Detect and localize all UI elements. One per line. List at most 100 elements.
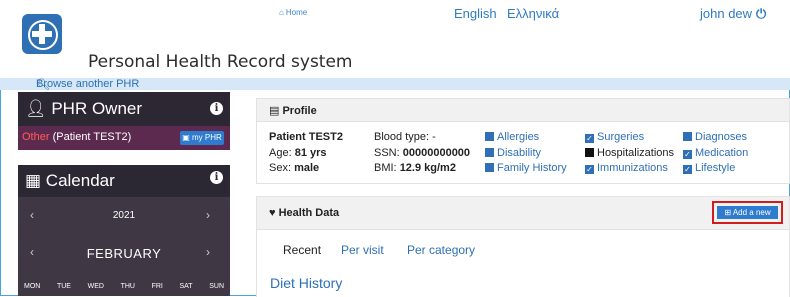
phr-owner-row: Other (Patient TEST2) ▣ my PHR: [18, 126, 230, 150]
my-phr-button[interactable]: ▣ my PHR: [180, 131, 224, 145]
weekday: FRI: [151, 283, 163, 290]
checked-icon: ✓: [585, 165, 594, 174]
add-new-label: Add a new: [732, 208, 771, 217]
id-card-icon: ▣: [182, 133, 190, 142]
next-year-icon[interactable]: ›: [206, 208, 210, 222]
home-label: Home: [285, 8, 308, 17]
medication-link[interactable]: ✓ Medication: [683, 147, 748, 159]
phr-owner-title: 👤︎ PHR Owner: [25, 99, 142, 119]
sex-value: male: [294, 162, 320, 174]
health-data-header: ♥ Health Data ⊞ Add a new: [257, 197, 789, 230]
square-icon: [485, 148, 494, 157]
checked-icon: ✓: [683, 150, 692, 159]
bmi-value: 12.9 kg/m2: [399, 162, 456, 174]
weekday: WED: [87, 283, 104, 290]
square-icon: [485, 132, 494, 141]
disability-link[interactable]: Disability: [485, 147, 541, 159]
tab-per-category[interactable]: Per category: [407, 243, 475, 257]
bmi-label: BMI:: [374, 162, 397, 174]
weekday-row: MON TUE WED THU FRI SAT SUN: [24, 283, 224, 290]
tab-per-visit[interactable]: Per visit: [341, 243, 384, 257]
health-data-title-text: Health Data: [278, 207, 340, 219]
lifestyle-label: Lifestyle: [695, 162, 736, 174]
profile-header: ▤ Profile: [257, 99, 789, 122]
disability-label: Disability: [497, 147, 542, 159]
allergies-link[interactable]: Allergies: [485, 131, 539, 143]
weekday: MON: [24, 283, 41, 290]
plus-icon: ⊞: [724, 208, 732, 217]
patient-name: Patient TEST2: [269, 131, 343, 143]
square-icon: [485, 163, 494, 172]
lang-english[interactable]: English: [454, 6, 497, 21]
logo-cross-horizontal: [32, 31, 52, 37]
profile-panel: ▤ Profile Patient TEST2 Age: 81 yrs Sex:…: [256, 98, 790, 184]
family-history-label: Family History: [497, 162, 567, 174]
blood-type: Blood type: -: [374, 131, 436, 143]
info-icon[interactable]: i: [210, 171, 223, 184]
app-header: Personal Health Record system ⌂ Home Engl…: [0, 0, 790, 78]
health-data-panel: ♥ Health Data ⊞ Add a new Recent Per vis…: [256, 196, 790, 297]
calendar-title: ▦ Calendar: [25, 171, 115, 191]
person-icon: 👤︎: [25, 99, 47, 118]
ssn-label: SSN:: [374, 147, 400, 159]
owner-relation: Other: [22, 131, 50, 143]
family-history-link[interactable]: Family History: [485, 162, 567, 174]
hospitalizations-label: Hospitalizations: [597, 147, 675, 159]
next-month-icon[interactable]: ›: [206, 245, 210, 259]
diagnoses-link[interactable]: Diagnoses: [683, 131, 747, 143]
weekday: SAT: [179, 283, 193, 290]
age-value: 81 yrs: [294, 147, 327, 159]
checked-icon: ✓: [683, 165, 692, 174]
calendar-header: ▦ Calendar i: [18, 165, 230, 197]
immunizations-link[interactable]: ✓ Immunizations: [585, 162, 668, 174]
calendar-title-text: Calendar: [45, 171, 115, 190]
medication-label: Medication: [695, 147, 749, 159]
bmi: BMI: 12.9 kg/m2: [374, 162, 456, 174]
browse-label: Browse another PHR: [36, 78, 140, 90]
patient-age: Age: 81 yrs: [269, 147, 327, 159]
calendar-body: ‹ 2021 › ‹ FEBRUARY › MON TUE WED THU FR…: [18, 197, 230, 296]
immunizations-label: Immunizations: [597, 162, 668, 174]
ssn: SSN: 00000000000: [374, 147, 470, 159]
sex-label: Sex:: [269, 162, 292, 174]
surgeries-link[interactable]: ✓ Surgeries: [585, 131, 644, 143]
weekday: TUE: [56, 283, 71, 290]
weekday: THU: [120, 283, 135, 290]
ssn-value: 00000000000: [402, 147, 471, 159]
square-icon: [585, 148, 594, 157]
home-icon: ⌂: [279, 8, 284, 17]
user-menu[interactable]: john dew ⏻: [700, 6, 766, 22]
lifestyle-link[interactable]: ✓ Lifestyle: [683, 162, 735, 174]
profile-title: ▤ Profile: [269, 104, 317, 117]
checked-icon: ✓: [585, 134, 594, 143]
square-icon: [683, 132, 692, 141]
health-data-title: ♥ Health Data: [269, 207, 339, 219]
phr-owner-header: 👤︎ PHR Owner i: [18, 92, 230, 126]
patient-name-text: Patient TEST2: [269, 131, 343, 143]
user-name: john dew: [700, 6, 753, 21]
home-link[interactable]: ⌂ Home: [279, 8, 307, 17]
owner-info: Other (Patient TEST2): [22, 131, 131, 143]
browse-bar: 🔍︎ Browse another PHR: [0, 78, 790, 91]
owner-patient: (Patient TEST2): [52, 131, 132, 143]
my-phr-label: my PHR: [192, 133, 222, 142]
diet-history-link[interactable]: Diet History: [270, 275, 342, 291]
allergies-label: Allergies: [497, 131, 540, 143]
app-logo[interactable]: [22, 14, 62, 54]
patient-sex: Sex: male: [269, 162, 319, 174]
age-label: Age:: [269, 147, 292, 159]
heart-icon: ♥: [269, 207, 276, 219]
tab-recent[interactable]: Recent: [283, 243, 321, 257]
info-icon[interactable]: i: [210, 102, 223, 115]
surgeries-label: Surgeries: [597, 131, 645, 143]
add-new-highlight: ⊞ Add a new: [712, 201, 783, 224]
weekday: SUN: [209, 283, 224, 290]
phr-owner-title-text: PHR Owner: [51, 99, 143, 118]
calendar-year: 2021: [112, 210, 136, 221]
lang-greek[interactable]: Ελληνικά: [507, 6, 559, 21]
add-new-button[interactable]: ⊞ Add a new: [717, 206, 778, 219]
id-card-icon: ▤: [269, 105, 280, 117]
calendar-month: FEBRUARY: [86, 246, 162, 261]
power-icon[interactable]: ⏻: [756, 6, 766, 21]
hospitalizations-link[interactable]: Hospitalizations: [585, 147, 674, 159]
